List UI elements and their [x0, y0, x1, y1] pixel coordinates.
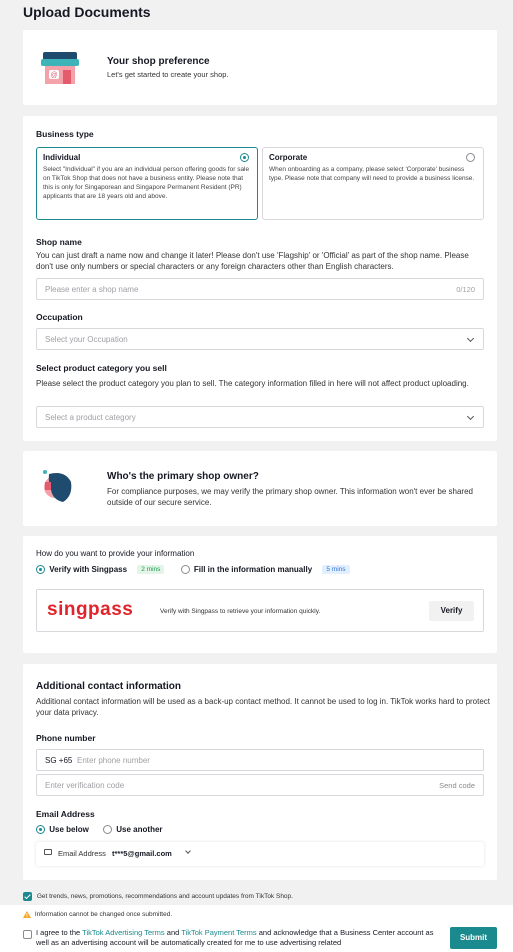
singpass-box: singpass Verify with Singpass to retriev… — [36, 589, 484, 632]
agree-checkbox[interactable] — [23, 930, 32, 939]
shop-name-label: Shop name — [36, 237, 82, 247]
contact-desc: Additional contact information will be u… — [36, 697, 491, 717]
category-desc: Please select the product category you p… — [36, 379, 469, 388]
chevron-down-icon — [185, 848, 191, 854]
use-below-label[interactable]: Use below — [49, 825, 89, 834]
agree-pre: I agree to the — [36, 928, 83, 937]
singpass-option-label[interactable]: Verify with Singpass — [49, 565, 127, 574]
occupation-select[interactable]: Select your Occupation — [36, 328, 484, 350]
individual-title: Individual — [43, 153, 81, 162]
payment-terms-link[interactable]: TikTok Payment Terms — [181, 928, 256, 937]
provide-info-card: How do you want to provide your informat… — [23, 536, 497, 653]
submit-button[interactable]: Submit — [450, 927, 497, 949]
ads-terms-link[interactable]: TikTok Advertising Terms — [82, 928, 165, 937]
code-placeholder: Enter verification code — [45, 781, 125, 790]
svg-text:@: @ — [50, 72, 57, 79]
chevron-down-icon — [466, 334, 475, 343]
pref-title: Your shop preference — [107, 56, 210, 67]
singpass-logo: singpass — [47, 599, 134, 620]
business-form-card: Business type Individual Select "Individ… — [23, 116, 497, 441]
email-value: t***5@gmail.com — [112, 849, 172, 858]
use-another-label[interactable]: Use another — [116, 825, 162, 834]
trends-label: Get trends, news, promotions, recommenda… — [36, 893, 293, 901]
send-code-link[interactable]: Send code — [439, 781, 475, 790]
singpass-radio[interactable] — [36, 565, 45, 575]
warning-icon — [23, 911, 31, 918]
business-option-individual[interactable]: Individual Select "Individual" if you ar… — [36, 147, 258, 220]
provide-options: Verify with Singpass 2 mins Fill in the … — [36, 565, 350, 575]
trends-checkbox[interactable] — [23, 892, 32, 901]
individual-desc: Select "Individual" if you are an indivi… — [43, 166, 250, 200]
contact-title: Additional contact information — [36, 681, 181, 692]
occupation-placeholder: Select your Occupation — [45, 335, 128, 344]
provide-label: How do you want to provide your informat… — [36, 549, 195, 558]
verify-button[interactable]: Verify — [429, 601, 474, 621]
owner-desc: For compliance purposes, we may verify t… — [107, 487, 473, 507]
business-option-corporate[interactable]: Corporate When onboarding as a company, … — [262, 147, 484, 220]
owner-card: Who's the primary shop owner? For compli… — [23, 451, 497, 526]
email-options: Use below Use another — [36, 825, 163, 835]
corporate-radio[interactable] — [466, 153, 475, 162]
warning-text: Information cannot be changed once submi… — [34, 911, 173, 919]
mail-icon — [44, 849, 52, 855]
email-prefix: Email Address — [58, 849, 106, 858]
manual-radio[interactable] — [180, 565, 190, 575]
chevron-down-icon — [466, 412, 475, 421]
corporate-desc: When onboarding as a company, please sel… — [269, 166, 475, 182]
corporate-title: Corporate — [269, 153, 308, 162]
agree-text: I agree to the TikTok Advertising Terms … — [36, 928, 436, 948]
email-label: Email Address — [36, 809, 95, 819]
shop-preference-card: @ Your shop preference Let's get started… — [23, 30, 497, 105]
shop-name-input[interactable]: Please enter a shop name 0/120 — [36, 278, 484, 300]
singpass-text: Verify with Singpass to retrieve your in… — [160, 608, 321, 615]
shop-name-counter: 0/120 — [456, 285, 475, 294]
shop-name-placeholder: Please enter a shop name — [45, 285, 139, 294]
page-title: Upload Documents — [23, 4, 151, 20]
phone-input[interactable]: SG +65 Enter phone number — [36, 749, 484, 771]
owner-title: Who's the primary shop owner? — [107, 471, 259, 482]
business-type-label: Business type — [36, 129, 94, 139]
email-select[interactable]: Email Address t***5@gmail.com — [36, 842, 484, 866]
category-label: Select product category you sell — [36, 363, 167, 373]
shop-icon: @ — [41, 52, 79, 84]
agree-and: and — [164, 928, 182, 937]
verification-code-input[interactable]: Enter verification code Send code — [36, 774, 484, 796]
phone-placeholder: Enter phone number — [77, 756, 150, 765]
trends-row: Get trends, news, promotions, recommenda… — [23, 892, 293, 901]
use-another-radio[interactable] — [103, 825, 113, 835]
category-select[interactable]: Select a product category — [36, 406, 484, 428]
manual-time-badge: 5 mins — [322, 565, 350, 575]
contact-card: Additional contact information Additiona… — [23, 664, 497, 880]
manual-option-label[interactable]: Fill in the information manually — [194, 565, 312, 574]
pref-subtitle: Let's get started to create your shop. — [107, 70, 229, 79]
country-code[interactable]: SG +65 — [45, 756, 72, 765]
shop-name-desc: You can just draft a name now and change… — [36, 251, 469, 271]
individual-radio[interactable] — [240, 153, 249, 162]
footer-bar: Information cannot be changed once submi… — [0, 905, 513, 952]
occupation-label: Occupation — [36, 312, 83, 322]
category-placeholder: Select a product category — [45, 413, 136, 422]
owner-avatar-icon — [43, 470, 72, 502]
warning-row: Information cannot be changed once submi… — [23, 911, 172, 918]
use-below-radio[interactable] — [36, 825, 45, 835]
phone-label: Phone number — [36, 733, 96, 743]
singpass-time-badge: 2 mins — [137, 565, 165, 575]
